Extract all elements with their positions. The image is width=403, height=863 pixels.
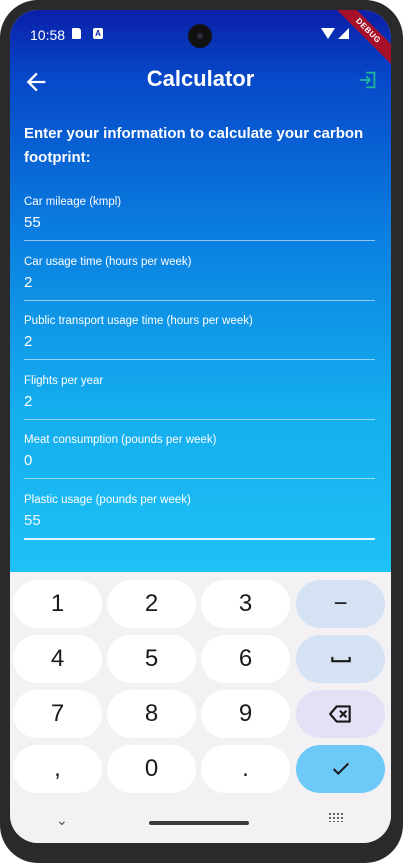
- screen: 10:58 A DEBUG Calculator Enter your info…: [10, 10, 391, 843]
- logout-icon: [359, 71, 376, 89]
- field-value[interactable]: 0: [24, 452, 32, 469]
- system-nav-bar: ⌄: [10, 800, 391, 843]
- sd-card-icon: [72, 28, 81, 39]
- key-3[interactable]: 3: [201, 580, 290, 628]
- app-bar: Calculator: [10, 60, 391, 106]
- flights-field[interactable]: Flights per year 2: [24, 363, 375, 423]
- wifi-icon: [321, 28, 335, 39]
- front-camera: [188, 24, 212, 48]
- space-key[interactable]: [296, 635, 385, 683]
- keyboard-switch-icon[interactable]: [328, 812, 344, 822]
- field-underline: [24, 359, 375, 360]
- app-area: 10:58 A DEBUG Calculator Enter your info…: [10, 10, 391, 572]
- key-7[interactable]: 7: [13, 690, 102, 738]
- chevron-down-icon[interactable]: ⌄: [56, 812, 68, 829]
- status-time: 10:58: [30, 27, 66, 43]
- home-handle[interactable]: [149, 821, 249, 825]
- page-title: Calculator: [146, 66, 255, 91]
- status-bar: 10:58 A: [10, 10, 391, 60]
- signal-icon: [338, 28, 349, 39]
- numeric-keyboard: 1 2 3 − 4 5 6 7 8 9 , 0 . ⌄: [10, 572, 391, 843]
- key-4[interactable]: 4: [13, 635, 102, 683]
- delete-key[interactable]: [296, 690, 385, 738]
- field-underline: [24, 240, 375, 241]
- key-6[interactable]: 6: [201, 635, 290, 683]
- field-underline: [24, 299, 375, 301]
- meat-consumption-field[interactable]: Meat consumption (pounds per week) 0: [24, 422, 375, 482]
- plastic-usage-field[interactable]: Plastic usage (pounds per week) 55: [24, 482, 375, 542]
- comma-key[interactable]: ,: [13, 745, 102, 793]
- logout-button[interactable]: [357, 69, 381, 93]
- space-bar-icon: [330, 656, 351, 663]
- done-key[interactable]: [296, 745, 385, 793]
- backspace-icon: [328, 705, 351, 723]
- minus-key[interactable]: −: [296, 580, 385, 628]
- key-9[interactable]: 9: [201, 690, 290, 738]
- field-label: Car usage time (hours per week): [24, 255, 192, 268]
- phone-frame: 10:58 A DEBUG Calculator Enter your info…: [0, 0, 403, 863]
- field-underline: [24, 537, 375, 540]
- form-content: Enter your information to calculate your…: [24, 122, 375, 541]
- field-value[interactable]: 55: [24, 512, 41, 529]
- field-value[interactable]: 2: [24, 274, 32, 291]
- field-value[interactable]: 2: [24, 333, 32, 350]
- field-label: Public transport usage time (hours per w…: [24, 315, 253, 327]
- field-underline: [24, 418, 375, 420]
- key-2[interactable]: 2: [107, 580, 196, 628]
- key-1[interactable]: 1: [13, 580, 102, 628]
- check-icon: [332, 762, 349, 776]
- period-key[interactable]: .: [201, 745, 290, 793]
- key-8[interactable]: 8: [107, 690, 196, 738]
- field-label: Flights per year: [24, 374, 104, 387]
- field-label: Car mileage (kmpl): [24, 196, 122, 208]
- key-0[interactable]: 0: [107, 745, 196, 793]
- notification-a-icon: A: [93, 28, 103, 39]
- field-label: Plastic usage (pounds per week): [24, 493, 191, 506]
- field-value[interactable]: 2: [24, 393, 32, 410]
- form-heading: Enter your information to calculate your…: [24, 125, 364, 166]
- car-mileage-field[interactable]: Car mileage (kmpl) 55: [24, 184, 375, 244]
- field-label: Meat consumption (pounds per week): [24, 434, 217, 446]
- field-underline: [24, 478, 375, 479]
- car-usage-field[interactable]: Car usage time (hours per week) 2: [24, 244, 375, 304]
- public-transport-field[interactable]: Public transport usage time (hours per w…: [24, 303, 375, 363]
- field-value[interactable]: 55: [24, 214, 41, 231]
- key-5[interactable]: 5: [107, 635, 196, 683]
